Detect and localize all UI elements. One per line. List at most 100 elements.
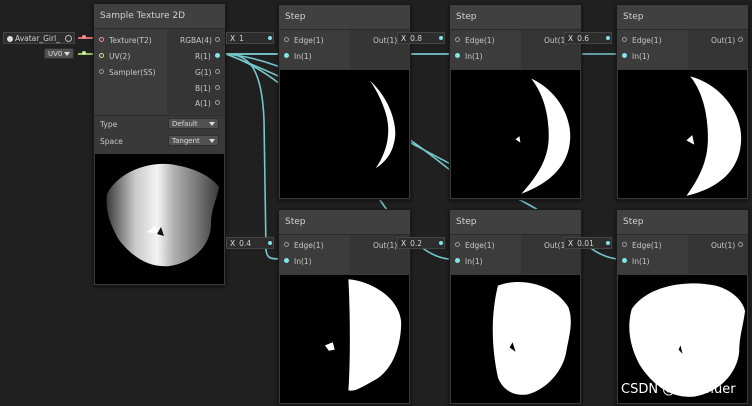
axis-label: X (401, 34, 407, 43)
rgba-output-label: RGBA(4) (180, 36, 212, 45)
b-output-port[interactable] (215, 85, 220, 90)
step-title: Step (285, 217, 306, 227)
uv-input-label: UV(2) (109, 52, 131, 61)
axis-label: X (230, 239, 236, 248)
step-node[interactable]: Step Edge(1) In(1) Out(1) (616, 209, 749, 405)
edge-value: 0.8 (410, 34, 423, 43)
texture-asset-icon (7, 36, 13, 42)
step-title: Step (285, 12, 306, 22)
step-node[interactable]: Step Edge(1) In(1) Out(1) (449, 4, 582, 200)
sampler-input-port[interactable] (99, 69, 104, 74)
edge-value: 1 (239, 34, 244, 43)
sampler-input-label: Sampler(SS) (109, 68, 156, 77)
step-node[interactable]: Step Edge(1) In(1) Out(1) (278, 209, 411, 405)
texture-input-port[interactable] (99, 37, 104, 42)
step-title: Step (456, 12, 477, 22)
space-dropdown[interactable]: Tangent (168, 135, 219, 146)
edge-value-field[interactable]: X1 (226, 32, 274, 44)
step-preview (280, 70, 409, 198)
in-input-port[interactable] (284, 258, 289, 263)
in-input-port[interactable] (455, 258, 460, 263)
edge-input-port[interactable] (284, 242, 289, 247)
edge-input-port[interactable] (455, 242, 460, 247)
space-value: Tangent (172, 137, 200, 145)
edge-value-port[interactable] (268, 36, 272, 40)
step-preview-image (369, 80, 396, 169)
in-input-label: In(1) (294, 52, 312, 61)
edge-value: 0.4 (239, 239, 252, 248)
wire-r-to-step4 (225, 53, 281, 260)
edge-value-port[interactable] (439, 241, 443, 245)
out-output-label: Out(1) (711, 241, 736, 250)
edge-value-port[interactable] (268, 241, 272, 245)
step-title-bar[interactable]: Step (279, 5, 410, 30)
texture-chip-port[interactable] (82, 35, 86, 39)
sample-texture-title-bar[interactable]: Sample Texture 2D (94, 4, 225, 29)
out-output-label: Out(1) (373, 36, 398, 45)
axis-label: X (230, 34, 236, 43)
edge-value-field[interactable]: X 0.01 (564, 237, 612, 249)
space-label: Space (100, 137, 123, 146)
in-input-port[interactable] (622, 258, 627, 263)
step-preview-image (515, 78, 571, 194)
edge-value: 0.2 (410, 239, 423, 248)
object-picker-icon[interactable] (65, 35, 72, 42)
step-title-bar[interactable]: Step (617, 5, 748, 30)
r-output-port[interactable] (215, 53, 220, 58)
uv-channel-dropdown[interactable]: UV0 (44, 48, 74, 59)
b-output-label: B(1) (195, 84, 211, 93)
step-node[interactable]: Step Edge(1) In(1) Out(1) (278, 4, 411, 200)
rgba-output-port[interactable] (215, 37, 220, 42)
edge-input-port[interactable] (284, 37, 289, 42)
step-title: Step (456, 217, 477, 227)
edge-value-field[interactable]: X 0.6 (564, 32, 612, 44)
in-input-port[interactable] (284, 53, 289, 58)
type-label: Type (100, 120, 118, 129)
uv-input-port[interactable] (99, 53, 104, 58)
in-input-label: In(1) (632, 257, 650, 266)
step-preview-image (492, 282, 571, 395)
step-title: Step (623, 12, 644, 22)
step-node[interactable]: Step Edge(1) In(1) Out(1) (449, 209, 582, 405)
axis-label: X (568, 34, 574, 43)
edge-input-port[interactable] (622, 242, 627, 247)
type-dropdown[interactable]: Default (168, 118, 219, 129)
edge-value-field[interactable]: X 0.2 (397, 237, 445, 249)
in-input-port[interactable] (455, 53, 460, 58)
in-input-port[interactable] (622, 53, 627, 58)
edge-input-label: Edge(1) (632, 241, 662, 250)
step-title-bar[interactable]: Step (450, 210, 581, 235)
texture-asset-name: Avatar_Girl_ (15, 34, 60, 43)
texture-input-label: Texture(T2) (109, 36, 152, 45)
edge-input-port[interactable] (622, 37, 627, 42)
step-preview-image (324, 279, 402, 391)
edge-input-port[interactable] (455, 37, 460, 42)
step-node[interactable]: Step Edge(1) In(1) Out(1) (616, 4, 749, 200)
sample-texture-title: Sample Texture 2D (100, 11, 186, 21)
uv-channel-value: UV0 (48, 50, 63, 58)
out-output-port[interactable] (738, 37, 743, 42)
a-output-port[interactable] (215, 100, 220, 105)
edge-input-label: Edge(1) (632, 36, 662, 45)
in-input-label: In(1) (465, 52, 483, 61)
sample-texture-preview (95, 154, 224, 284)
g-output-port[interactable] (215, 69, 220, 74)
step-preview (451, 70, 580, 198)
edge-value-port[interactable] (439, 36, 443, 40)
edge-input-label: Edge(1) (294, 36, 324, 45)
edge-value-field[interactable]: X 0.8 (397, 32, 445, 44)
texture-asset-chip[interactable]: Avatar_Girl_ (3, 32, 75, 44)
chevron-down-icon (64, 52, 70, 56)
step-title-bar[interactable]: Step (617, 210, 748, 235)
out-output-label: Out(1) (373, 241, 398, 250)
edge-value-port[interactable] (606, 36, 610, 40)
axis-label: X (401, 239, 407, 248)
out-output-port[interactable] (738, 242, 743, 247)
step-title-bar[interactable]: Step (450, 5, 581, 30)
edge-value-port[interactable] (606, 241, 610, 245)
step-title-bar[interactable]: Step (279, 210, 410, 235)
sample-texture-node[interactable]: Sample Texture 2D Texture(T2) UV(2) Samp… (93, 3, 226, 286)
step-preview-image (686, 76, 742, 196)
uv-chip-port[interactable] (82, 51, 86, 55)
edge-value-field[interactable]: X 0.4 (226, 237, 274, 249)
